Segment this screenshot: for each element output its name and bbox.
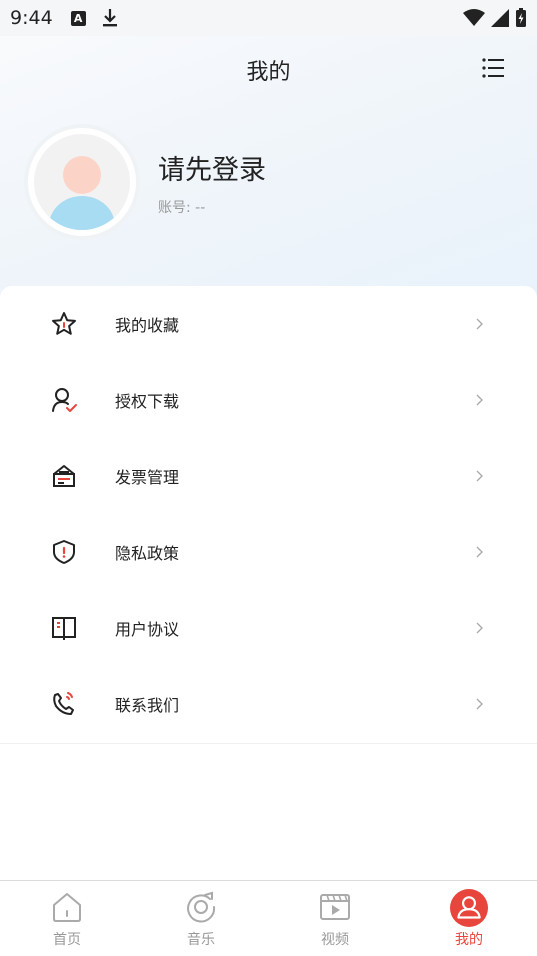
user-check-icon [52,388,77,412]
profile-section[interactable]: 请先登录 账号: -- [28,128,266,236]
bottom-tab-bar: 首页 音乐 视频 我的 [0,880,537,956]
download-icon [102,9,117,27]
menu-label: 隐私政策 [115,544,180,563]
menu-list: 我的收藏 授权下载 发票管理 隐私政策 用户协议 联系我们 [0,286,537,744]
menu-item-authorized-downloads[interactable]: 授权下载 [0,362,537,438]
chevron-right-icon [476,394,483,406]
menu-label: 发票管理 [115,468,180,487]
chevron-right-icon [476,698,483,710]
tab-mine[interactable]: 我的 [402,881,536,956]
menu-item-user-agreement[interactable]: 用户协议 [0,590,537,666]
page-header: 我的 [0,40,537,100]
tab-home[interactable]: 首页 [0,881,134,956]
status-time: 9:44 [10,7,53,29]
menu-item-privacy-policy[interactable]: 隐私政策 [0,514,537,590]
video-icon [320,894,350,920]
menu-item-favorites[interactable]: 我的收藏 [0,286,537,362]
book-icon [52,617,76,640]
default-avatar-icon [34,134,130,230]
star-icon [52,312,76,335]
chevron-right-icon [476,318,483,330]
music-disc-icon [187,891,216,923]
login-prompt[interactable]: 请先登录 [158,148,266,187]
profile-text: 请先登录 账号: -- [158,148,266,217]
shield-icon [53,540,75,564]
status-bar: 9:44 A [0,0,537,36]
tab-label: 我的 [455,932,483,948]
menu-label: 用户协议 [115,620,180,639]
menu-item-contact-us[interactable]: 联系我们 [0,666,537,742]
tab-label: 首页 [53,932,81,948]
menu-label: 我的收藏 [115,316,180,335]
tab-label: 音乐 [187,932,215,948]
account-label: 账号: -- [158,199,206,216]
chevron-right-icon [476,546,483,558]
battery-charging-icon [516,8,526,27]
chevron-right-icon [476,622,483,634]
home-icon [53,893,81,922]
menu-label: 联系我们 [115,696,180,715]
notification-a-icon: A [70,10,86,26]
invoice-icon [53,465,75,487]
menu-label: 授权下载 [115,392,180,411]
menu-item-invoice-management[interactable]: 发票管理 [0,438,537,514]
profile-icon [450,889,488,927]
cellular-signal-icon [491,9,509,27]
list-menu-icon[interactable] [481,56,505,80]
avatar[interactable] [28,128,136,236]
chevron-right-icon [476,470,483,482]
tab-video[interactable]: 视频 [268,881,402,956]
tab-label: 视频 [321,932,349,948]
phone-icon [53,692,74,715]
wifi-icon [463,9,485,26]
tab-music[interactable]: 音乐 [134,881,268,956]
page-title: 我的 [246,60,291,85]
